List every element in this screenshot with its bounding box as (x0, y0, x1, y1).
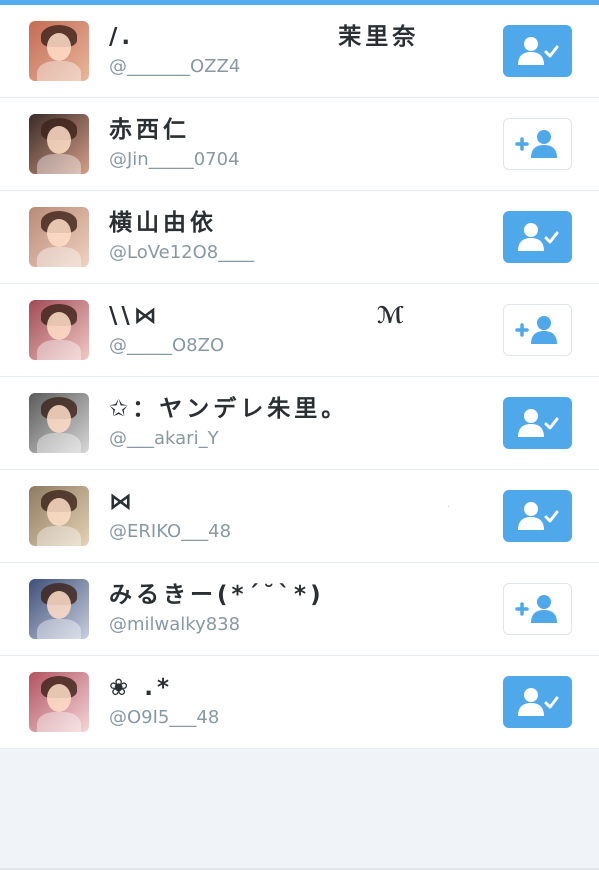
display-name: ✩：ヤンデレ朱里。 (109, 396, 349, 422)
avatar-body-shape (37, 619, 81, 639)
screen-name: @___akari_Y (109, 428, 219, 449)
following-list-screen: /. 茉里奈 @_______OZZ4 赤西仁 @Jin_____0704 横山… (0, 0, 599, 870)
display-name: ❀ .* 大... (109, 675, 174, 701)
avatar[interactable] (29, 207, 89, 267)
screen-name: @O9I5___48 (109, 707, 220, 728)
avatar-body-shape (37, 340, 81, 360)
screen-name: @Jin_____0704 (109, 149, 240, 170)
follow-button[interactable] (503, 304, 572, 356)
avatar[interactable] (29, 114, 89, 174)
avatar-face-shape (47, 498, 71, 526)
person-check-icon (516, 407, 560, 439)
avatar-body-shape (37, 61, 81, 81)
person-add-icon (514, 314, 561, 346)
person-check-icon (516, 35, 560, 67)
display-name: ⋈ 城チャン (109, 489, 449, 515)
person-check-icon (516, 686, 560, 718)
person-add-icon (514, 128, 561, 160)
avatar-face-shape (47, 219, 71, 247)
avatar-body-shape (37, 433, 81, 453)
following-button[interactable] (503, 25, 572, 77)
display-name: みるきー(*´˘`*) (109, 582, 325, 608)
avatar-body-shape (37, 154, 81, 174)
screen-name: @ERIKO___48 (109, 521, 232, 542)
person-check-icon (516, 500, 560, 532)
person-check-icon (516, 221, 560, 253)
avatar-face-shape (47, 312, 71, 340)
avatar-body-shape (37, 526, 81, 546)
display-name: 赤西仁 (109, 117, 190, 143)
avatar-face-shape (47, 33, 71, 61)
avatar-body-shape (37, 712, 81, 732)
display-name: \\⋈ ℳ (109, 303, 409, 329)
avatar-face-shape (47, 126, 71, 154)
screen-name: @_______OZZ4 (109, 56, 241, 77)
follow-button[interactable] (503, 118, 572, 170)
avatar[interactable] (29, 300, 89, 360)
avatar[interactable] (29, 579, 89, 639)
user-row-8[interactable]: ❀ .* 大... @O9I5___48 (0, 656, 599, 749)
user-row-6[interactable]: ⋈ 城チャン @ERIKO___48 (0, 470, 599, 563)
user-row-1[interactable]: /. 茉里奈 @_______OZZ4 (0, 5, 599, 98)
avatar[interactable] (29, 486, 89, 546)
following-button[interactable] (503, 397, 572, 449)
user-row-5[interactable]: ✩：ヤンデレ朱里。 @___akari_Y (0, 377, 599, 470)
display-name: /. 茉里奈 (109, 24, 420, 50)
person-add-icon (514, 593, 561, 625)
avatar-body-shape (37, 247, 81, 267)
avatar-face-shape (47, 405, 71, 433)
display-name: 横山由依 (109, 210, 217, 236)
avatar[interactable] (29, 393, 89, 453)
user-row-7[interactable]: みるきー(*´˘`*) @milwalky838 (0, 563, 599, 656)
follow-button[interactable] (503, 583, 572, 635)
following-button[interactable] (503, 211, 572, 263)
avatar-face-shape (47, 684, 71, 712)
following-button[interactable] (503, 490, 572, 542)
user-row-2[interactable]: 赤西仁 @Jin_____0704 (0, 98, 599, 191)
screen-name: @LoVe12O8____ (109, 242, 255, 263)
avatar[interactable] (29, 21, 89, 81)
list-footer-area (0, 753, 599, 870)
user-list: /. 茉里奈 @_______OZZ4 赤西仁 @Jin_____0704 横山… (0, 5, 599, 749)
user-row-3[interactable]: 横山由依 @LoVe12O8____ (0, 191, 599, 284)
screen-name: @_____O8ZO (109, 335, 225, 356)
user-row-4[interactable]: \\⋈ ℳ @_____O8ZO (0, 284, 599, 377)
screen-name: @milwalky838 (109, 614, 241, 635)
avatar[interactable] (29, 672, 89, 732)
following-button[interactable] (503, 676, 572, 728)
avatar-face-shape (47, 591, 71, 619)
